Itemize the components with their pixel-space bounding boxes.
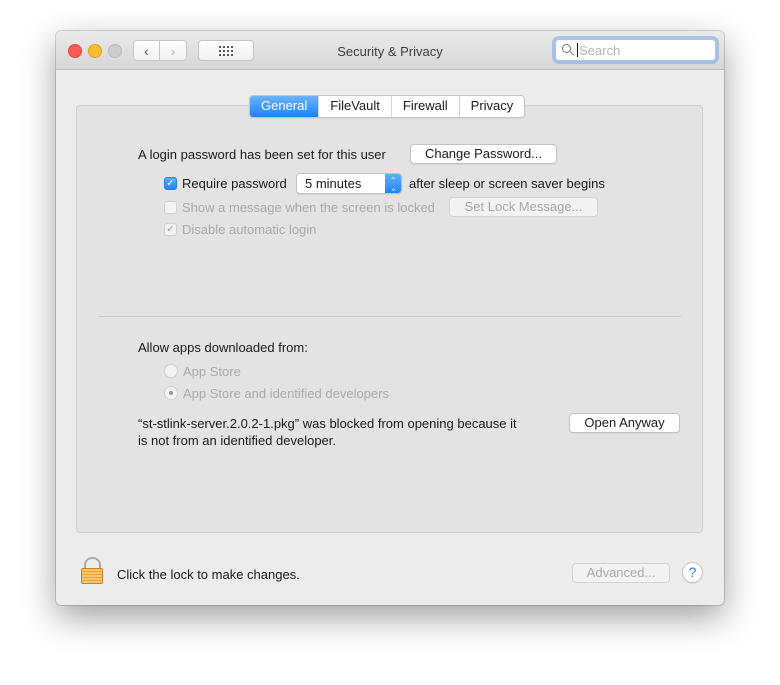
tab-general[interactable]: General — [250, 96, 319, 117]
show-message-checkbox[interactable] — [164, 201, 177, 214]
password-delay-popup[interactable]: 5 minutes ⌃ ⌃ — [296, 173, 402, 194]
up-down-chevron-icon: ⌃ ⌃ — [385, 174, 401, 193]
radio-app-store[interactable] — [164, 364, 178, 378]
blocked-message-line1: “st-stlink-server.2.0.2-1.pkg” was block… — [138, 416, 517, 431]
tab-privacy[interactable]: Privacy — [458, 96, 525, 117]
checkmark-icon: ✓ — [166, 177, 175, 189]
help-button[interactable]: ? — [682, 562, 703, 583]
search-input[interactable] — [579, 42, 709, 58]
set-lock-message-button[interactable]: Set Lock Message... — [449, 197, 598, 217]
question-mark-icon: ? — [688, 564, 697, 580]
lock-icon[interactable] — [80, 557, 104, 585]
tab-bar: General FileVault Firewall Privacy — [249, 95, 526, 118]
title-bar: ‹ › Security & Privacy — [56, 31, 724, 70]
radio-app-store-identified-label: App Store and identified developers — [183, 386, 389, 401]
blocked-message-line2: is not from an identified developer. — [138, 433, 337, 448]
search-field[interactable] — [555, 39, 716, 61]
radio-app-store-label: App Store — [183, 364, 241, 379]
advanced-button[interactable]: Advanced... — [572, 563, 670, 583]
checkmark-icon: ✓ — [166, 223, 175, 235]
show-message-label: Show a message when the screen is locked — [182, 200, 435, 215]
open-anyway-button[interactable]: Open Anyway — [569, 413, 680, 433]
tab-firewall[interactable]: Firewall — [390, 96, 459, 117]
disable-auto-login-checkbox[interactable]: ✓ — [164, 223, 177, 236]
disable-auto-login-label: Disable automatic login — [182, 222, 317, 237]
allow-apps-heading: Allow apps downloaded from: — [138, 340, 308, 355]
password-delay-value: 5 minutes — [305, 176, 362, 191]
require-password-label: Require password — [182, 176, 287, 191]
lock-status-text: Click the lock to make changes. — [117, 567, 300, 582]
change-password-button[interactable]: Change Password... — [410, 144, 557, 164]
after-sleep-label: after sleep or screen saver begins — [409, 176, 605, 191]
tab-filevault[interactable]: FileVault — [318, 96, 391, 117]
text-cursor — [577, 43, 578, 57]
security-privacy-window: ‹ › Security & Privacy General FileVault… — [56, 31, 724, 605]
general-panel — [76, 105, 703, 533]
require-password-checkbox[interactable]: ✓ — [164, 177, 177, 190]
section-divider — [98, 316, 681, 317]
login-password-label: A login password has been set for this u… — [138, 147, 386, 162]
radio-app-store-identified[interactable] — [164, 386, 178, 400]
search-icon — [561, 43, 575, 57]
